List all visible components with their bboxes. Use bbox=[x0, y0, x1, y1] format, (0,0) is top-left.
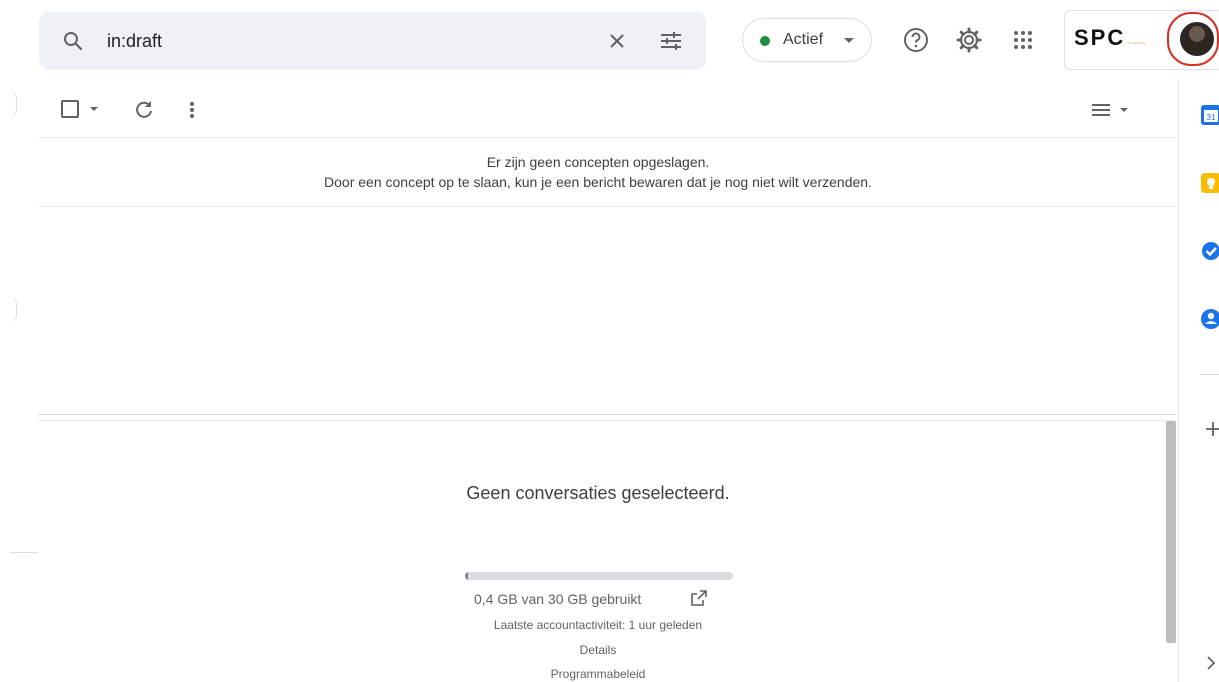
tune-icon[interactable] bbox=[658, 29, 684, 53]
nav-edge-fragment bbox=[8, 296, 17, 324]
nav-edge-fragment bbox=[8, 90, 17, 118]
pane-splitter[interactable] bbox=[38, 414, 1176, 415]
divider bbox=[1200, 374, 1219, 375]
open-in-new-icon[interactable] bbox=[690, 589, 708, 607]
side-panel-divider bbox=[1178, 80, 1179, 682]
divider bbox=[38, 137, 1176, 138]
tasks-icon[interactable] bbox=[1200, 240, 1219, 262]
status-selector[interactable]: Actief bbox=[742, 18, 872, 62]
storage-usage-bar bbox=[465, 572, 733, 580]
density-icon[interactable] bbox=[1090, 100, 1132, 120]
status-dot-icon bbox=[760, 36, 770, 46]
empty-drafts-hint: Door een concept op te slaan, kun je een… bbox=[324, 174, 872, 190]
avatar-highlight-ring bbox=[1167, 12, 1219, 66]
checkbox-icon[interactable] bbox=[59, 98, 81, 120]
last-activity-text: Laatste accountactiviteit: 1 uur geleden bbox=[493, 618, 703, 632]
status-label: Actief bbox=[783, 31, 824, 48]
brand-logo-decoration: ~~~~ bbox=[1127, 39, 1146, 48]
plus-icon[interactable] bbox=[1204, 420, 1219, 438]
caret-down-icon[interactable] bbox=[88, 104, 100, 114]
divider bbox=[10, 552, 38, 553]
chevron-right-icon[interactable] bbox=[1204, 654, 1218, 672]
storage-usage-fill bbox=[465, 572, 469, 580]
gear-icon[interactable] bbox=[955, 26, 983, 54]
apps-grid-icon[interactable] bbox=[1009, 26, 1037, 54]
more-vert-icon[interactable] bbox=[180, 98, 204, 122]
brand-logo: SPC bbox=[1074, 25, 1126, 50]
search-bar[interactable]: in:draft bbox=[39, 12, 706, 70]
divider bbox=[38, 420, 1176, 421]
svg-text:31: 31 bbox=[1207, 113, 1216, 122]
empty-drafts-title: Er zijn geen concepten opgeslagen. bbox=[486, 154, 710, 170]
help-icon[interactable] bbox=[902, 26, 930, 54]
refresh-icon[interactable] bbox=[132, 98, 156, 122]
divider bbox=[38, 206, 1176, 207]
scrollbar[interactable] bbox=[1166, 421, 1176, 643]
program-policy-link[interactable]: Programmabeleid bbox=[400, 667, 796, 681]
storage-usage-text: 0,4 GB van 30 GB gebruikt bbox=[474, 591, 642, 607]
no-conversation-selected: Geen conversaties geselecteerd. bbox=[466, 483, 730, 503]
close-icon[interactable] bbox=[605, 29, 629, 53]
search-input[interactable]: in:draft bbox=[107, 31, 162, 52]
caret-down-icon bbox=[844, 38, 854, 43]
details-link[interactable]: Details bbox=[400, 643, 796, 657]
keep-icon[interactable] bbox=[1200, 172, 1219, 194]
contacts-icon[interactable] bbox=[1200, 308, 1219, 330]
calendar-icon[interactable]: 31 bbox=[1200, 104, 1219, 126]
search-icon[interactable] bbox=[61, 29, 85, 53]
empty-drafts-message: Er zijn geen concepten opgeslagen. Door … bbox=[38, 152, 1158, 192]
